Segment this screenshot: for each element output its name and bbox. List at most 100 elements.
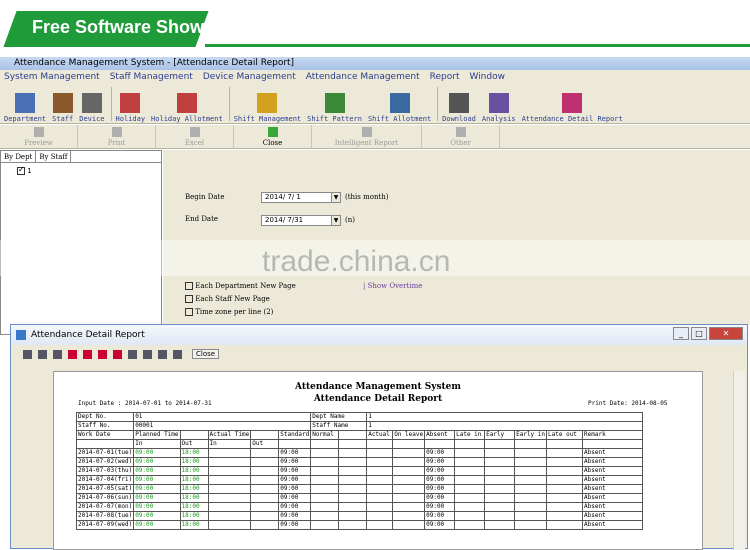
- analysis-icon: [488, 93, 509, 113]
- toolbar-shift-allotment[interactable]: Shift Allotment: [368, 93, 431, 123]
- open-icon[interactable]: [173, 349, 182, 359]
- table-cell: Absent: [424, 430, 456, 440]
- table-cell: 09:00: [133, 448, 181, 458]
- toolbar-download[interactable]: Download: [442, 93, 476, 123]
- print-icon[interactable]: [128, 349, 137, 359]
- shift-pattern-icon: [324, 93, 345, 113]
- opt-each-dept[interactable]: Each Department New Page: [185, 282, 296, 290]
- opt-each-staff[interactable]: Each Staff New Page: [185, 295, 270, 303]
- table-cell: 09:00: [424, 475, 456, 485]
- first-page-icon[interactable]: [68, 349, 77, 359]
- table-cell: [207, 511, 252, 521]
- table-cell: [392, 502, 426, 512]
- table-row: 2014-07-04(fri) 09:00 18:00 09:00 09:00 Absen…: [75, 475, 644, 485]
- table-cell: [310, 457, 340, 467]
- table-cell: 18:00: [179, 475, 209, 485]
- table-cell: [179, 430, 209, 440]
- table-cell: [250, 466, 280, 476]
- opt-show-overtime[interactable]: | Show Overtime: [363, 282, 422, 290]
- table-cell: 09:00: [133, 520, 181, 530]
- tree-node[interactable]: 1: [17, 165, 32, 175]
- table-cell: [250, 457, 280, 467]
- table-cell: [310, 448, 340, 458]
- menu-item[interactable]: Window: [469, 72, 505, 82]
- page-icon[interactable]: [38, 349, 47, 359]
- toolbar-report[interactable]: Attendance Detail Report: [522, 93, 623, 123]
- minimize-button[interactable]: _: [673, 327, 689, 340]
- report-btn-preview[interactable]: Preview: [0, 125, 78, 149]
- table-row: 2014-07-07(mon) 09:00 18:00 09:00 09:00 Absen…: [75, 502, 644, 512]
- close-icon[interactable]: ✕: [709, 327, 743, 340]
- table-cell: 09:00: [133, 484, 181, 494]
- toolbar-label: Device: [79, 115, 105, 123]
- toolbar-analysis[interactable]: Analysis: [482, 93, 516, 123]
- table-cell: 09:00: [133, 511, 181, 521]
- menu-item[interactable]: System Management: [4, 72, 100, 82]
- prev-page-icon[interactable]: [83, 349, 92, 359]
- table-cell: [366, 439, 394, 449]
- last-page-icon[interactable]: [113, 349, 122, 359]
- report-btn-excel[interactable]: Excel: [156, 125, 234, 149]
- maximize-button[interactable]: □: [691, 327, 707, 340]
- tree-node-checkbox[interactable]: [17, 165, 25, 175]
- toolbar-device[interactable]: Device: [79, 93, 105, 123]
- report-btn-close[interactable]: Close: [234, 125, 312, 149]
- report-btn-print[interactable]: Print: [78, 125, 156, 149]
- holiday-allotment-icon: [176, 93, 197, 113]
- table-cell: [454, 457, 486, 467]
- tab-by-dept[interactable]: By Dept: [1, 151, 37, 162]
- report-btn-other[interactable]: Other: [422, 125, 500, 149]
- report-btn-label: Other: [450, 139, 471, 147]
- table-cell: [484, 520, 516, 530]
- menu-item[interactable]: Device Management: [203, 72, 296, 82]
- table-row: 2014-07-03(thu) 09:00 18:00 09:00 09:00 Absen…: [75, 466, 644, 476]
- table-cell: Normal: [310, 430, 340, 440]
- table-cell: [366, 511, 394, 521]
- toolbar-label: Shift Management: [233, 115, 302, 123]
- table-cell: 00001: [133, 421, 312, 431]
- begin-date-label: Begin Date: [185, 193, 225, 201]
- report-btn-icon: [33, 127, 44, 137]
- table-cell: [484, 475, 516, 485]
- printer-setup-icon[interactable]: [143, 349, 152, 359]
- tab-by-staff[interactable]: By Staff: [36, 151, 72, 162]
- table-cell: [338, 484, 368, 494]
- report-btn-intelligent-report[interactable]: Intelligent Report: [312, 125, 422, 149]
- report-close-button[interactable]: Close: [192, 349, 220, 359]
- input-date: Input Date : 2014-07-01 to 2014-07-31: [78, 400, 212, 407]
- table-row: Staff No. 00001 Staff Name 1: [75, 421, 644, 431]
- menu-item[interactable]: Staff Management: [110, 72, 193, 82]
- table-cell: 2014-07-09(wed): [75, 520, 135, 530]
- end-date-picker[interactable]: 2014/ 7/31 ▼: [261, 215, 341, 226]
- toolbar-department[interactable]: Department: [4, 93, 46, 123]
- begin-date-picker[interactable]: 2014/ 7/ 1 ▼: [261, 192, 341, 203]
- toolbar-shift-pattern[interactable]: Shift Pattern: [307, 93, 362, 123]
- table-cell: [514, 475, 548, 485]
- vertical-scrollbar[interactable]: [733, 371, 745, 550]
- table-row: 2014-07-01(tue) 09:00 18:00 09:00 09:00 Absen…: [75, 448, 644, 458]
- table-cell: 1: [366, 421, 644, 431]
- table-cell: [338, 511, 368, 521]
- menu-item[interactable]: Report: [430, 72, 460, 82]
- toolbar-staff[interactable]: Staff: [52, 93, 73, 123]
- shift-allotment-icon: [389, 93, 410, 113]
- toolbar-holiday-allotment[interactable]: Holiday Allotment: [151, 93, 223, 123]
- table-cell: [338, 475, 368, 485]
- toolbar-holiday[interactable]: Holiday: [116, 93, 145, 123]
- toolbar-shift-management[interactable]: Shift Management: [234, 93, 301, 123]
- table-cell: [310, 484, 340, 494]
- table-cell: 09:00: [424, 520, 456, 530]
- table-cell: Absent: [582, 466, 644, 476]
- table-cell: [546, 457, 584, 467]
- save-icon[interactable]: [158, 349, 167, 359]
- next-page-icon[interactable]: [98, 349, 107, 359]
- opt-time-zone[interactable]: Time zone per line (2): [185, 308, 273, 316]
- menu-item[interactable]: Attendance Management: [306, 72, 420, 82]
- zoom-icon[interactable]: [23, 349, 32, 359]
- pages-icon[interactable]: [53, 349, 62, 359]
- table-cell: [310, 520, 340, 530]
- table-cell: Late in: [454, 430, 486, 440]
- table-cell: [514, 457, 548, 467]
- main-toolbar: Department Staff Device Holiday Holiday Allo…: [0, 84, 750, 124]
- table-cell: Work Date: [75, 430, 135, 440]
